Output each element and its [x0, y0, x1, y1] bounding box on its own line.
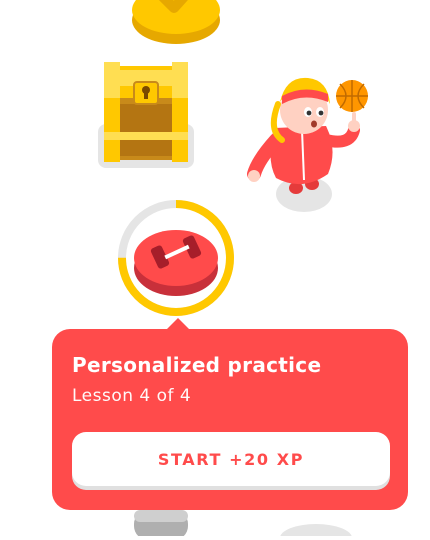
start-lesson-button[interactable]: START +20 XP [72, 432, 390, 486]
locked-node-icon [134, 510, 188, 540]
locked-lesson-node[interactable] [130, 506, 192, 540]
character-with-basketball [247, 77, 368, 212]
treasure-chest-icon [98, 62, 194, 168]
treasure-chest[interactable] [94, 58, 196, 170]
completed-lesson-node[interactable] [130, 0, 222, 46]
popup-subtitle: Lesson 4 of 4 [72, 386, 192, 406]
popup-title: Personalized practice [72, 353, 322, 377]
checkmark-icon [132, 0, 220, 44]
current-lesson-node[interactable] [114, 200, 238, 316]
progress-ring [118, 200, 234, 316]
character-illustration [246, 70, 376, 216]
lesson-popup: Personalized practice Lesson 4 of 4 STAR… [52, 329, 408, 510]
